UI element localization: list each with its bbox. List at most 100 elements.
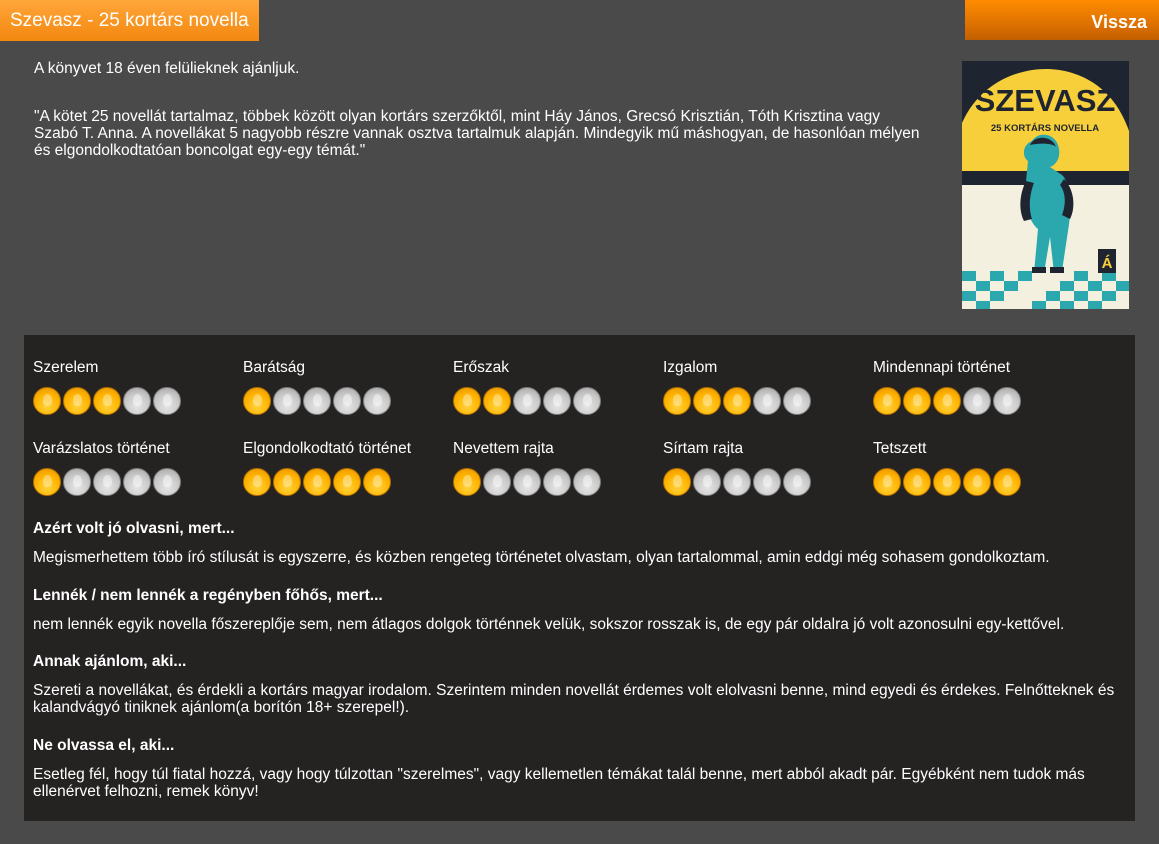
rating-item: Mindennapi történet <box>873 359 1083 415</box>
rating-point-filled-icon <box>723 387 751 415</box>
rating-stars <box>453 387 663 415</box>
rating-point-filled-icon <box>873 387 901 415</box>
rating-item: Barátság <box>243 359 453 415</box>
rating-label: Tetszett <box>873 440 927 457</box>
rating-label: Nevettem rajta <box>453 440 554 457</box>
rating-stars <box>873 387 1083 415</box>
rating-point-empty-icon <box>753 387 781 415</box>
review-section-recommend-to: Annak ajánlom, aki... Szereti a novellák… <box>33 653 1123 716</box>
rating-point-filled-icon <box>453 468 481 496</box>
rating-point-filled-icon <box>93 387 121 415</box>
rating-point-empty-icon <box>693 468 721 496</box>
rating-point-filled-icon <box>63 387 91 415</box>
rating-point-filled-icon <box>273 468 301 496</box>
rating-point-empty-icon <box>153 387 181 415</box>
rating-point-empty-icon <box>573 468 601 496</box>
rating-label: Barátság <box>243 359 306 376</box>
rating-point-filled-icon <box>303 468 331 496</box>
review-section-do-not-read: Ne olvassa el, aki... Esetleg fél, hogy … <box>33 737 1123 800</box>
rating-point-filled-icon <box>933 387 961 415</box>
rating-point-filled-icon <box>33 468 61 496</box>
rating-point-empty-icon <box>273 387 301 415</box>
rating-point-filled-icon <box>663 468 691 496</box>
review-heading: Lennék / nem lennék a regényben főhős, m… <box>33 587 383 604</box>
review-heading: Ne olvassa el, aki... <box>33 737 175 754</box>
rating-stars <box>663 468 873 496</box>
page-title: Szevasz - 25 kortárs novella <box>0 0 259 41</box>
rating-point-empty-icon <box>333 387 361 415</box>
review-text: Esetleg fél, hogy túl fiatal hozzá, vagy… <box>33 766 1085 800</box>
review-section-good-because: Azért volt jó olvasni, mert... Megismerh… <box>33 520 1123 566</box>
rating-point-empty-icon <box>783 387 811 415</box>
rating-point-empty-icon <box>123 387 151 415</box>
rating-point-empty-icon <box>543 468 571 496</box>
review-section-protagonist: Lennék / nem lennék a regényben főhős, m… <box>33 587 1123 633</box>
rating-point-empty-icon <box>543 387 571 415</box>
rating-point-filled-icon <box>243 387 271 415</box>
rating-point-filled-icon <box>363 468 391 496</box>
rating-label: Szerelem <box>33 359 99 376</box>
rating-point-empty-icon <box>63 468 91 496</box>
rating-point-filled-icon <box>693 387 721 415</box>
rating-point-empty-icon <box>753 468 781 496</box>
book-description: "A kötet 25 novellát tartalmaz, többek k… <box>34 108 920 159</box>
rating-point-empty-icon <box>153 468 181 496</box>
cover-title: SZEVASZ <box>975 83 1116 118</box>
rating-label: Erőszak <box>453 359 509 376</box>
rating-point-empty-icon <box>483 468 511 496</box>
rating-point-filled-icon <box>963 468 991 496</box>
rating-point-filled-icon <box>483 387 511 415</box>
rating-item: Szerelem <box>33 359 243 415</box>
rating-point-empty-icon <box>363 387 391 415</box>
rating-item: Sírtam rajta <box>663 440 873 496</box>
svg-text:Á: Á <box>1102 255 1113 272</box>
rating-point-filled-icon <box>903 387 931 415</box>
rating-label: Mindennapi történet <box>873 359 1011 376</box>
rating-point-empty-icon <box>123 468 151 496</box>
rating-point-empty-icon <box>723 468 751 496</box>
rating-item: Nevettem rajta <box>453 440 663 496</box>
rating-item: Varázslatos történet <box>33 440 243 496</box>
rating-point-empty-icon <box>93 468 121 496</box>
rating-point-filled-icon <box>453 387 481 415</box>
review-text: nem lennék egyik novella főszereplője se… <box>33 616 1065 633</box>
review-text: Szereti a novellákat, és érdekli a kortá… <box>33 682 1115 716</box>
rating-point-empty-icon <box>303 387 331 415</box>
rating-point-filled-icon <box>933 468 961 496</box>
rating-point-empty-icon <box>783 468 811 496</box>
rating-point-empty-icon <box>513 468 541 496</box>
rating-stars <box>663 387 873 415</box>
age-recommendation: A könyvet 18 éven felülieknek ajánljuk. <box>34 60 300 77</box>
rating-label: Sírtam rajta <box>663 440 744 457</box>
rating-item: Izgalom <box>663 359 873 415</box>
rating-stars <box>453 468 663 496</box>
rating-point-filled-icon <box>243 468 271 496</box>
rating-label: Elgondolkodtató történet <box>243 440 412 457</box>
rating-point-filled-icon <box>663 387 691 415</box>
back-button[interactable]: Vissza <box>965 0 1159 40</box>
rating-point-empty-icon <box>573 387 601 415</box>
cover-subtitle: 25 KORTÁRS NOVELLA <box>991 123 1099 134</box>
rating-item: Erőszak <box>453 359 663 415</box>
rating-label: Varázslatos történet <box>33 440 170 457</box>
rating-stars <box>243 468 453 496</box>
rating-item: Tetszett <box>873 440 1083 496</box>
rating-point-filled-icon <box>993 468 1021 496</box>
rating-point-filled-icon <box>333 468 361 496</box>
rating-point-filled-icon <box>903 468 931 496</box>
book-intro: A könyvet 18 éven felülieknek ajánljuk. … <box>34 60 924 159</box>
rating-label: Izgalom <box>663 359 718 376</box>
rating-point-filled-icon <box>33 387 61 415</box>
rating-stars <box>873 468 1083 496</box>
review-panel: Szerelem Barátság Erőszak Izgalom Mindennapi… <box>24 335 1135 821</box>
rating-stars <box>33 387 243 415</box>
book-cover-image: Á SZEVASZ 25 KORTÁRS NOVELLA <box>962 61 1129 309</box>
rating-point-filled-icon <box>873 468 901 496</box>
rating-item: Elgondolkodtató történet <box>243 440 453 496</box>
review-heading: Azért volt jó olvasni, mert... <box>33 520 235 537</box>
review-heading: Annak ajánlom, aki... <box>33 653 187 670</box>
cover-publisher-logo: Á <box>1098 249 1116 273</box>
rating-point-empty-icon <box>963 387 991 415</box>
rating-stars <box>33 468 243 496</box>
rating-point-empty-icon <box>513 387 541 415</box>
